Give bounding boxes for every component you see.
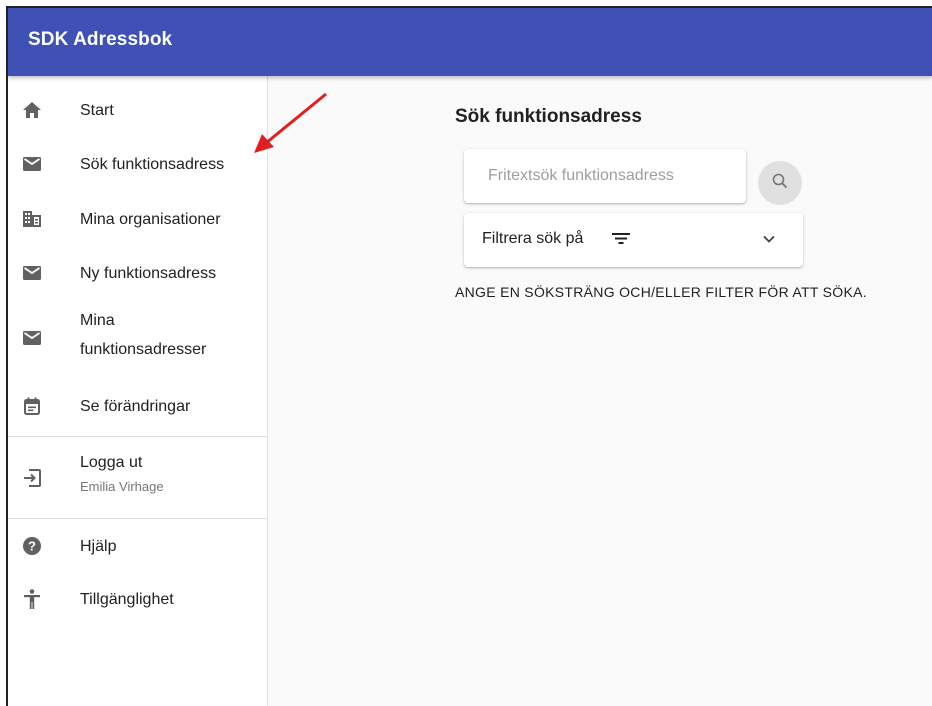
exit-to-app-icon (22, 468, 42, 488)
home-icon (22, 100, 42, 120)
mail-icon (22, 263, 42, 283)
sidebar-item-start[interactable]: Start (8, 90, 268, 130)
search-button[interactable] (758, 161, 802, 205)
svg-text:?: ? (28, 539, 36, 554)
sidebar-item-label: Start (80, 102, 114, 119)
mail-icon (22, 154, 42, 174)
help-icon: ? (22, 536, 42, 556)
page-title: Sök funktionsadress (455, 106, 642, 127)
sidebar-item-label: Hjälp (80, 538, 117, 555)
sidebar-item-mina-funktionsadresser[interactable]: Mina funktionsadresser (8, 306, 268, 366)
sidebar-item-label: Sök funktionsadress (80, 156, 225, 173)
sidebar-item-label: Mina organisationer (80, 211, 221, 228)
accessibility-icon (22, 589, 42, 609)
filter-expansion-panel[interactable]: Filtrera sök på (464, 213, 803, 267)
sidebar-item-ny-funktionsadress[interactable]: Ny funktionsadress (8, 253, 268, 293)
annotation-arrow (254, 92, 327, 153)
mail-icon (22, 328, 42, 348)
sidebar: Start Sök funktionsadress Mina organisat… (8, 76, 268, 706)
sidebar-item-se-forandringar[interactable]: Se förändringar (8, 386, 268, 426)
logged-in-user-name: Emilia Virhage (80, 479, 164, 494)
search-field-card (464, 149, 746, 203)
search-icon (772, 173, 788, 194)
sidebar-item-tillganglighet[interactable]: Tillgänglighet (8, 579, 268, 619)
sidebar-item-label: Logga ut (80, 454, 143, 471)
sidebar-item-hjalp[interactable]: ? Hjälp (8, 526, 268, 566)
search-hint-text: ANGE EN SÖKSTRÄNG OCH/ELLER FILTER FÖR A… (455, 284, 867, 300)
sidebar-item-label: Tillgänglighet (80, 591, 174, 608)
app-title: SDK Adressbok (28, 29, 173, 50)
sidebar-item-label: Se förändringar (80, 398, 191, 415)
sidebar-item-label: Ny funktionsadress (80, 265, 217, 282)
sidebar-item-sok-funktionsadress[interactable]: Sök funktionsadress (8, 144, 268, 184)
sidebar-divider (8, 518, 268, 519)
event-note-icon (22, 396, 42, 416)
sidebar-item-label-line1: Mina (80, 312, 115, 329)
filter-list-icon (612, 231, 630, 250)
business-icon (22, 209, 42, 229)
app-window: SDK Adressbok Start Sök funktionsadress (6, 6, 932, 706)
sidebar-item-label-line2: funktionsadresser (80, 341, 207, 358)
filter-label: Filtrera sök på (482, 230, 584, 247)
sidebar-item-mina-organisationer[interactable]: Mina organisationer (8, 199, 268, 239)
sidebar-divider (8, 436, 268, 437)
search-input[interactable] (464, 149, 746, 203)
chevron-down-icon (762, 232, 776, 251)
sidebar-item-logga-ut[interactable]: Logga ut Emilia Virhage (8, 446, 268, 508)
main-content: Sök funktionsadress Filtrera sök på (268, 76, 932, 706)
app-bar: SDK Adressbok (8, 8, 932, 76)
